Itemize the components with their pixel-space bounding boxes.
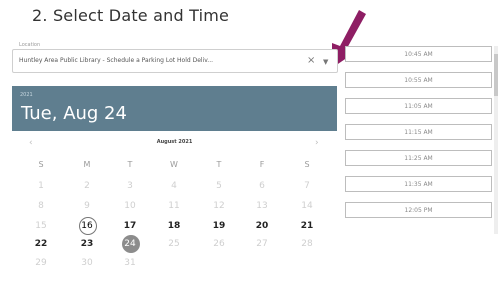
date-header: 2021 Tue, Aug 24 <box>12 86 337 131</box>
calendar-day-label: 26 <box>213 239 225 249</box>
calendar-day: 15 <box>29 216 53 236</box>
day-of-week: T <box>216 160 222 169</box>
month-nav: ‹ August 2021 › <box>12 136 337 152</box>
calendar-day-label: 11 <box>168 201 180 211</box>
calendar-day-label: 3 <box>127 181 133 191</box>
location-value: Huntley Area Public Library - Schedule a… <box>19 57 214 64</box>
calendar-day-label: 19 <box>212 221 226 231</box>
day-of-week: T <box>127 160 133 169</box>
calendar-day-label: 17 <box>123 221 137 231</box>
calendar-day: 5 <box>207 176 231 196</box>
calendar-day[interactable]: 16 <box>75 216 99 236</box>
calendar-day-label: 2 <box>84 181 90 191</box>
chevron-down-icon[interactable]: ▼ <box>323 56 328 68</box>
day-of-week: S <box>38 160 44 169</box>
calendar-day-label: 8 <box>38 201 44 211</box>
calendar-day: 12 <box>207 196 231 216</box>
calendar-day-label: 13 <box>256 201 268 211</box>
calendar-day[interactable]: 23 <box>75 234 99 254</box>
calendar-day-label: 24 <box>124 239 136 249</box>
chevron-right-icon[interactable]: › <box>315 137 319 149</box>
close-icon[interactable]: × <box>307 55 315 67</box>
calendar-day-label: 9 <box>84 201 90 211</box>
day-of-week-row: S M T W T F S <box>12 160 337 174</box>
calendar-day-label: 1 <box>38 181 44 191</box>
calendar-day: 29 <box>29 253 53 273</box>
calendar-day-label: 10 <box>124 201 136 211</box>
calendar-day: 11 <box>162 196 186 216</box>
calendar-day: 8 <box>29 196 53 216</box>
calendar-day: 3 <box>118 176 142 196</box>
time-slot-button[interactable]: 11:15 AM <box>345 124 492 140</box>
calendar-day[interactable]: 17 <box>118 216 142 236</box>
selected-day[interactable]: 24 <box>118 234 142 254</box>
calendar-day-label: 15 <box>35 221 47 231</box>
calendar-day[interactable]: 22 <box>29 234 53 254</box>
calendar-day-label: 28 <box>301 239 313 249</box>
day-of-week: F <box>259 160 265 169</box>
day-of-week: S <box>304 160 310 169</box>
calendar-day: 2 <box>75 176 99 196</box>
calendar-day-label: 20 <box>255 221 269 231</box>
calendar-day-label: 31 <box>124 258 136 268</box>
calendar-day[interactable]: 21 <box>295 216 319 236</box>
calendar-day: 9 <box>75 196 99 216</box>
calendar-day: 10 <box>118 196 142 216</box>
time-slot-button[interactable]: 10:55 AM <box>345 72 492 88</box>
calendar-day-label: 6 <box>259 181 265 191</box>
calendar-day: 13 <box>250 196 274 216</box>
calendar-day: 28 <box>295 234 319 254</box>
selected-date: Tue, Aug 24 <box>21 103 127 124</box>
calendar-day-label: 25 <box>168 239 180 249</box>
year-label[interactable]: 2021 <box>20 92 33 98</box>
day-of-week: W <box>170 160 178 169</box>
calendar-day-label: 30 <box>81 258 93 268</box>
time-slot-button[interactable]: 10:45 AM <box>345 46 492 62</box>
calendar-day: 4 <box>162 176 186 196</box>
calendar-day-label: 23 <box>80 239 94 249</box>
calendar-day: 30 <box>75 253 99 273</box>
time-slot-button[interactable]: 11:05 AM <box>345 98 492 114</box>
location-select[interactable]: Huntley Area Public Library - Schedule a… <box>12 49 338 73</box>
calendar-day: 6 <box>250 176 274 196</box>
calendar-day: 26 <box>207 234 231 254</box>
calendar-day: 1 <box>29 176 53 196</box>
calendar-day-label: 5 <box>216 181 222 191</box>
calendar-day-label: 4 <box>171 181 177 191</box>
calendar-day-label: 18 <box>167 221 181 231</box>
time-slot-button[interactable]: 11:35 AM <box>345 176 492 192</box>
calendar-day: 14 <box>295 196 319 216</box>
calendar-day-label: 12 <box>213 201 225 211</box>
calendar-day[interactable]: 18 <box>162 216 186 236</box>
calendar-day-label: 29 <box>35 258 47 268</box>
calendar-day: 27 <box>250 234 274 254</box>
calendar-day-label: 22 <box>34 239 48 249</box>
scrollbar-thumb[interactable] <box>494 54 498 96</box>
calendar-day-label: 27 <box>256 239 268 249</box>
calendar-day-label: 14 <box>301 201 313 211</box>
calendar-day-label: 7 <box>304 181 310 191</box>
month-label: August 2021 <box>156 139 193 145</box>
calendar-day-label: 21 <box>300 221 314 231</box>
step-title: 2. Select Date and Time <box>32 6 230 25</box>
time-slot-button[interactable]: 12:05 PM <box>345 202 492 218</box>
calendar-day: 25 <box>162 234 186 254</box>
time-scrollbar[interactable] <box>494 46 498 234</box>
calendar-day[interactable]: 19 <box>207 216 231 236</box>
day-of-week: M <box>83 160 91 169</box>
time-slot-button[interactable]: 11:25 AM <box>345 150 492 166</box>
calendar-day: 31 <box>118 253 142 273</box>
calendar-day-label: 16 <box>81 221 93 231</box>
calendar-day[interactable]: 20 <box>250 216 274 236</box>
location-label: Location <box>19 42 41 48</box>
calendar-day: 7 <box>295 176 319 196</box>
